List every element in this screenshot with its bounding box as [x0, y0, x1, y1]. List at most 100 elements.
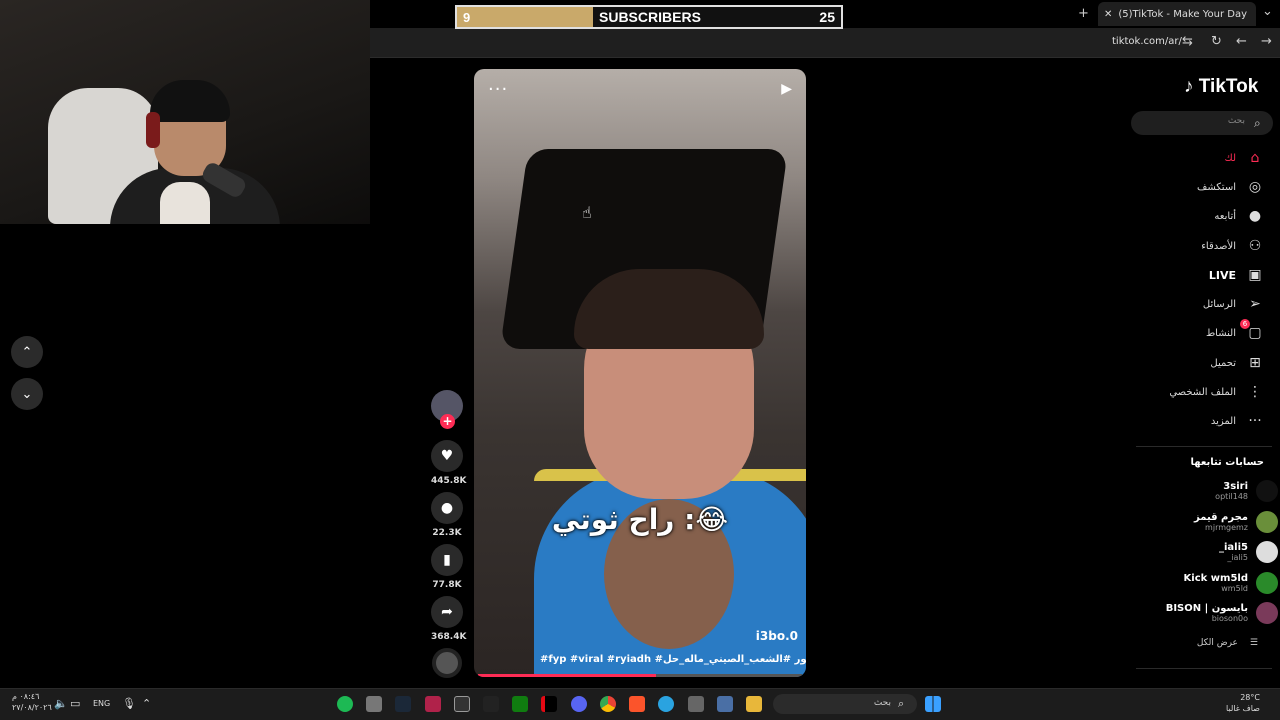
video-username[interactable]: i3bo.0: [756, 629, 798, 643]
spotify-icon[interactable]: [337, 696, 353, 712]
comment-icon: ●: [431, 492, 463, 524]
comment-count: 22.3K: [432, 528, 462, 538]
browser-tab[interactable]: ✕ (5)TikTok - Make Your Day: [1098, 2, 1256, 26]
sidebar-item-9[interactable]: المزيد ···: [1211, 413, 1264, 429]
see-all-link[interactable]: عرض الكل ☰: [1197, 638, 1258, 648]
boy-hair: [574, 269, 764, 349]
sidebar-item-label: لك: [1224, 152, 1236, 164]
forward-icon[interactable]: →: [1261, 34, 1272, 49]
sidebar-item-label: الرسائل: [1202, 298, 1236, 310]
next-video-button[interactable]: ⌄: [11, 378, 43, 410]
sidebar-item-8[interactable]: الملف الشخصي ⋮: [1169, 384, 1264, 400]
search-icon[interactable]: ⌕: [1254, 116, 1261, 131]
tray-chevron-up-icon[interactable]: ⌃: [142, 697, 151, 710]
sidebar-item-6[interactable]: النشاط ▢ 6: [1206, 319, 1264, 341]
volume-icon[interactable]: ▶: [781, 81, 792, 97]
search-input[interactable]: بحث: [1131, 111, 1273, 135]
chrome-icon[interactable]: [600, 696, 616, 712]
chevron-down-icon: ⌄: [21, 386, 33, 402]
sidebar-item-1[interactable]: استكشف ◎: [1197, 179, 1264, 195]
logo-text: TikTok: [1198, 76, 1259, 97]
more-options-icon[interactable]: ···: [488, 79, 508, 100]
new-tab-button[interactable]: +: [1078, 6, 1089, 21]
tab-title: (5)TikTok - Make Your Day: [1118, 8, 1248, 20]
sidebar-item-3[interactable]: الأصدقاء ⚇: [1201, 238, 1264, 254]
mic-icon[interactable]: 🎙: [122, 697, 136, 710]
tray-clock[interactable]: ٠٨:٤٦ م ٢٧/٠٨/٢٠٢٦: [12, 691, 52, 713]
steam-icon[interactable]: [395, 696, 411, 712]
previous-video-button[interactable]: ⌃: [11, 336, 43, 368]
following-icon: ●: [1248, 208, 1262, 224]
heart-icon: ♥: [431, 440, 463, 472]
video-caption: راح ثوتي :😂: [551, 503, 729, 536]
reload-icon[interactable]: ↻: [1211, 34, 1222, 49]
comment-button[interactable]: ● 22.3K: [431, 492, 463, 538]
weather-temp: 28°C: [1240, 693, 1260, 702]
file-explorer-icon[interactable]: [746, 696, 762, 712]
home-icon: ⌂: [1250, 150, 1260, 166]
sidebar-item-7[interactable]: تحميل ⊞: [1210, 355, 1264, 371]
share-count: 368.4K: [431, 632, 467, 642]
discord-icon[interactable]: [571, 696, 587, 712]
url-text[interactable]: tiktok.com/ar/: [1112, 36, 1182, 47]
video-hashtags[interactable]: #fyp #viral #ryiadh #اكسبلور #الشعب_الصي…: [540, 654, 806, 665]
volume-icon[interactable]: 🔈: [54, 697, 68, 710]
account-name: _iali5: [1219, 542, 1248, 553]
profile-icon: ⋮: [1248, 384, 1262, 400]
window-controls[interactable]: ⌄: [1262, 4, 1273, 19]
followed-account[interactable]: _iali5 _iali5: [1130, 541, 1280, 563]
sidebar-item-2[interactable]: أتابعه ●: [1214, 208, 1264, 224]
sidebar-item-4[interactable]: LIVE ▣: [1209, 267, 1264, 283]
messages-icon: ➢: [1249, 296, 1261, 312]
close-tab-icon[interactable]: ✕: [1104, 9, 1112, 20]
sidebar-item-0[interactable]: لك ⌂: [1225, 150, 1264, 166]
account-name: Kick wm5ld: [1183, 573, 1248, 584]
taskbar-search-input[interactable]: بحث: [773, 694, 917, 714]
app-g-icon[interactable]: [483, 696, 499, 712]
followed-account[interactable]: BISON | بايسون bioson0o: [1130, 602, 1280, 624]
search-icon[interactable]: ⌕: [898, 697, 904, 711]
subscriber-label: SUBSCRIBERS: [599, 9, 701, 25]
app-icon[interactable]: [717, 696, 733, 712]
mouse-cursor-icon: ☝: [582, 203, 592, 222]
share-button[interactable]: ➦ 368.4K: [431, 596, 467, 642]
account-handle: optil148: [1215, 492, 1248, 501]
telegram-icon[interactable]: [658, 696, 674, 712]
app-icon[interactable]: [366, 696, 382, 712]
activity-icon: ▢ 6: [1240, 319, 1264, 341]
bookmark-icon: ▮: [431, 544, 463, 576]
site-settings-icon[interactable]: ⇆: [1182, 34, 1193, 49]
sidebar-item-label: استكشف: [1197, 181, 1236, 193]
avatar: [1256, 541, 1278, 563]
windows-start-icon[interactable]: [925, 696, 941, 712]
video-player[interactable]: ··· ▶ راح ثوتي :😂 i3bo.0 #fyp #viral #ry…: [474, 69, 806, 677]
back-icon[interactable]: ←: [1236, 34, 1247, 49]
xbox-icon[interactable]: [512, 696, 528, 712]
like-button[interactable]: ♥ 445.8K: [431, 440, 466, 486]
account-name: BISON | بايسون: [1165, 603, 1248, 614]
followed-account[interactable]: Kick wm5ld wm5ld: [1130, 572, 1280, 594]
weather-widget[interactable]: 28°C صاف غالبا: [1226, 692, 1260, 714]
subscriber-count: 9: [457, 7, 593, 27]
tiktok-logo[interactable]: ♪ TikTok: [1184, 76, 1258, 98]
save-button[interactable]: ▮ 77.8K: [431, 544, 463, 590]
adobe-icon[interactable]: [425, 696, 441, 712]
sidebar-item-5[interactable]: الرسائل ➢: [1203, 296, 1264, 312]
video-progress-bar[interactable]: [478, 674, 802, 677]
save-count: 77.8K: [432, 580, 462, 590]
network-icon[interactable]: ▭: [70, 697, 80, 710]
sidebar-item-label: أتابعه: [1214, 210, 1236, 222]
music-disc-icon[interactable]: [432, 648, 462, 678]
activity-badge: 6: [1240, 319, 1250, 329]
followed-account[interactable]: مجرم قيمز mjrmgemz: [1130, 511, 1280, 533]
language-indicator[interactable]: ENG: [93, 699, 110, 708]
brave-icon[interactable]: [629, 696, 645, 712]
netflix-icon[interactable]: [541, 696, 557, 712]
capcut-icon[interactable]: [454, 696, 470, 712]
webcam-feed: [0, 0, 370, 224]
account-handle: wm5ld: [1221, 584, 1248, 593]
store-icon[interactable]: [688, 696, 704, 712]
followed-account[interactable]: 3siri optil148: [1130, 480, 1280, 502]
follow-plus-icon[interactable]: +: [440, 414, 455, 429]
live-icon: ▣: [1248, 267, 1262, 283]
